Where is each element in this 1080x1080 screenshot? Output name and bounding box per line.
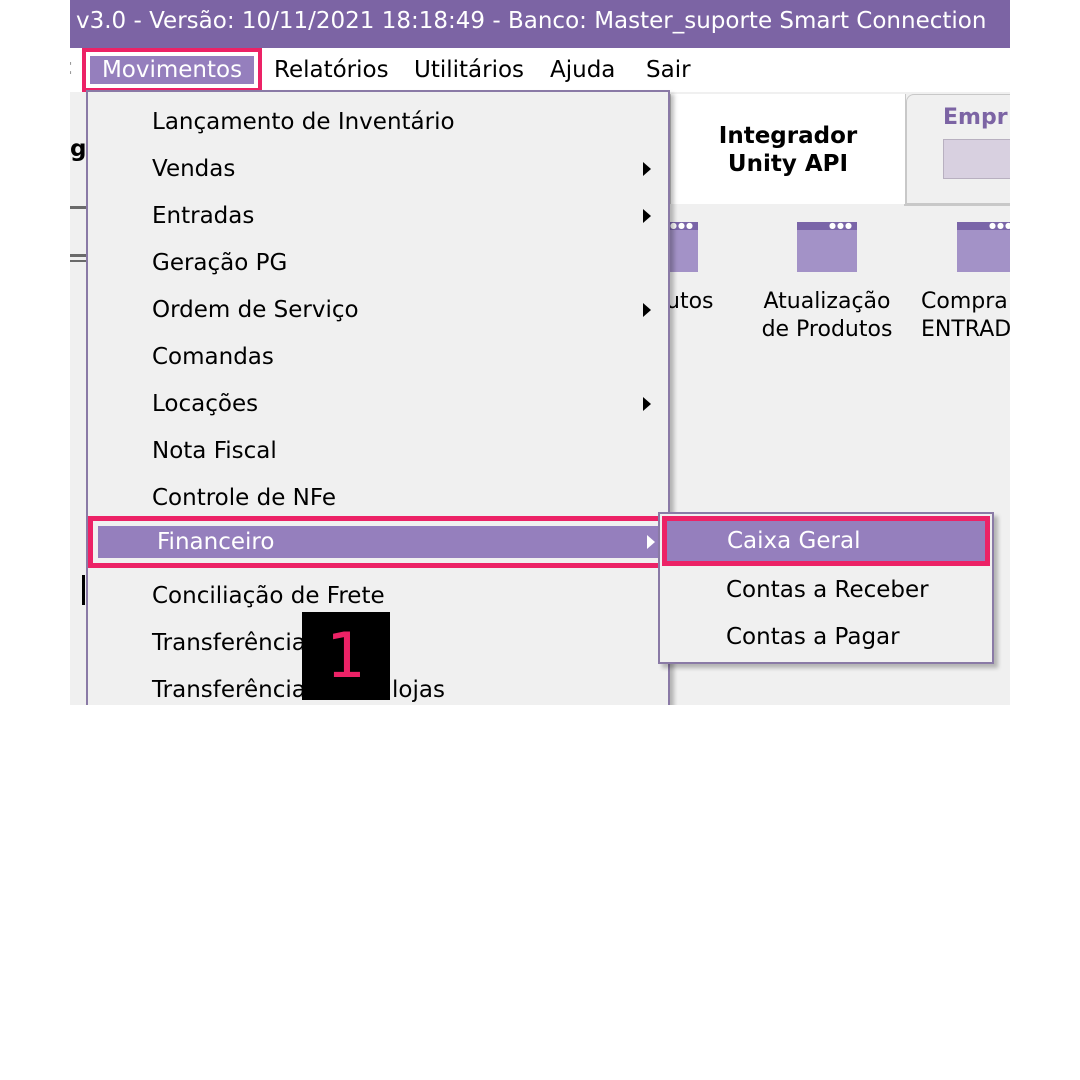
menu-utilitarios[interactable]: Utilitários bbox=[414, 54, 524, 86]
menu-item-financeiro-highlight: Financeiro bbox=[98, 526, 658, 558]
menu-item-nota-fiscal[interactable]: Nota Fiscal bbox=[88, 431, 668, 471]
app-window: v3.0 - Versão: 10/11/2021 18:18:49 - Ban… bbox=[70, 0, 1010, 705]
submenu-item-caixa-geral-label: Caixa Geral bbox=[727, 528, 861, 554]
financeiro-submenu: Caixa Geral Contas a Receber Contas a Pa… bbox=[658, 512, 994, 664]
menu-item-controle-nfe[interactable]: Controle de NFe bbox=[88, 478, 668, 518]
tile-atualizacao-produtos[interactable]: Atualização de Produtos bbox=[752, 288, 902, 344]
menu-movimentos[interactable]: Movimentos bbox=[90, 56, 254, 84]
divider bbox=[82, 575, 85, 605]
submenu-arrow-icon bbox=[643, 209, 651, 223]
submenu-arrow-icon bbox=[643, 303, 651, 317]
divider bbox=[70, 260, 86, 262]
tile-atualizacao-line2: de Produtos bbox=[761, 317, 893, 342]
menu-item-financeiro-label: Financeiro bbox=[157, 529, 275, 555]
submenu-item-contas-pagar[interactable]: Contas a Pagar bbox=[726, 617, 900, 657]
window-icon: ●●● bbox=[797, 222, 857, 272]
menu-item-financeiro[interactable]: Financeiro bbox=[88, 516, 668, 568]
tile-produtos-label[interactable]: utos bbox=[666, 288, 714, 316]
menu-separator: : bbox=[70, 54, 74, 80]
menu-sair[interactable]: Sair bbox=[646, 54, 691, 86]
tab-integrador-unity-api[interactable]: Integrador Unity API bbox=[670, 94, 906, 204]
tile-compra-line1: Compra bbox=[921, 289, 1008, 314]
submenu-item-contas-receber[interactable]: Contas a Receber bbox=[726, 570, 929, 610]
menu-movimentos-highlight: Movimentos bbox=[82, 48, 262, 92]
empresa-label: Empr bbox=[943, 105, 1008, 130]
menu-item-comandas[interactable]: Comandas bbox=[88, 337, 668, 377]
menu-item-geracao-pg[interactable]: Geração PG bbox=[88, 243, 668, 283]
menu-item-locacoes[interactable]: Locações bbox=[88, 384, 668, 424]
menu-relatorios[interactable]: Relatórios bbox=[274, 54, 389, 86]
submenu-arrow-icon bbox=[643, 397, 651, 411]
tab-empresa[interactable]: Empr bbox=[906, 94, 1010, 204]
window-title: v3.0 - Versão: 10/11/2021 18:18:49 - Ban… bbox=[70, 0, 1010, 48]
divider bbox=[70, 206, 86, 209]
background-text-fragment: g bbox=[70, 136, 87, 162]
menu-item-lancamento-inventario[interactable]: Lançamento de Inventário bbox=[88, 102, 668, 142]
menu-item-ordem-servico[interactable]: Ordem de Serviço bbox=[88, 290, 668, 330]
divider bbox=[70, 254, 86, 257]
divider bbox=[904, 204, 1010, 206]
tab-integrador-line2: Unity API bbox=[727, 151, 849, 177]
menu-item-entradas[interactable]: Entradas bbox=[88, 196, 668, 236]
submenu-arrow-icon bbox=[643, 162, 651, 176]
submenu-item-caixa-geral-highlight: Caixa Geral bbox=[667, 521, 985, 561]
tab-integrador-line1: Integrador bbox=[718, 123, 858, 149]
step-number-badge: 1 bbox=[302, 612, 390, 700]
window-icon: ●●● bbox=[957, 222, 1010, 272]
menu-item-vendas[interactable]: Vendas bbox=[88, 149, 668, 189]
menu-bar: : Movimentos Relatórios Utilitários Ajud… bbox=[70, 48, 1010, 92]
menu-item-conciliacao-frete[interactable]: Conciliação de Frete bbox=[88, 576, 668, 616]
submenu-arrow-icon bbox=[647, 535, 655, 549]
empresa-field[interactable] bbox=[943, 139, 1010, 179]
menu-ajuda[interactable]: Ajuda bbox=[550, 54, 615, 86]
tile-atualizacao-line1: Atualização bbox=[763, 289, 891, 314]
tile-compra-line2: ENTRAD bbox=[921, 317, 1010, 342]
submenu-item-caixa-geral[interactable]: Caixa Geral bbox=[662, 516, 990, 566]
tile-compra-entrada[interactable]: Compra ENTRAD bbox=[921, 288, 1010, 344]
